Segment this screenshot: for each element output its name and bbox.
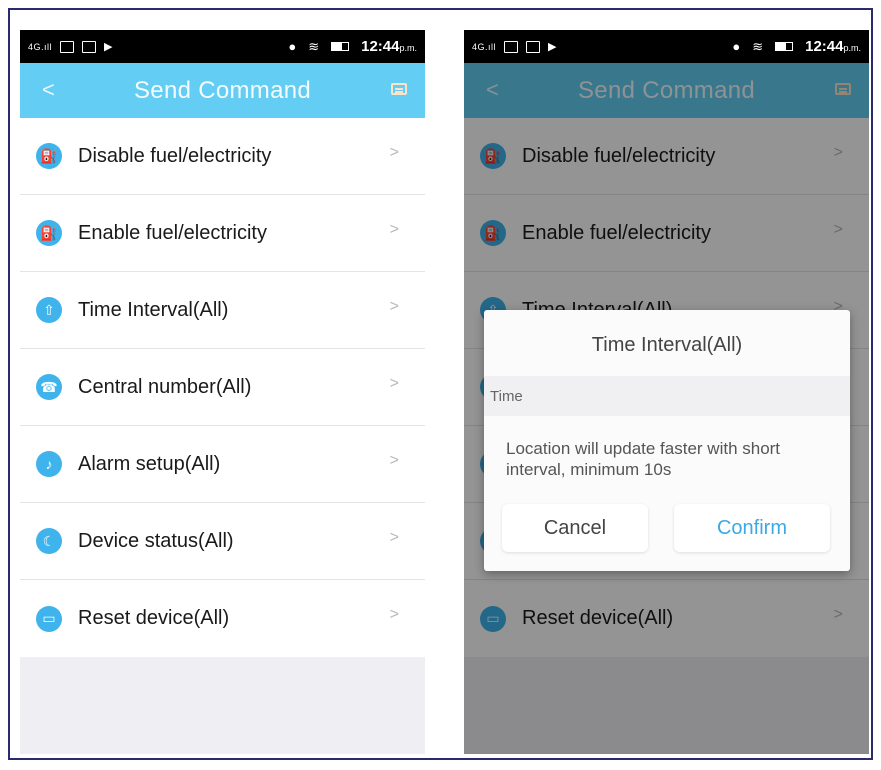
chevron-right-icon: > xyxy=(389,452,399,469)
chevron-right-icon: > xyxy=(389,529,399,546)
header-bar: < Send Command xyxy=(20,63,425,118)
command-list: ⛽ Disable fuel/electricity > ⛽ Enable fu… xyxy=(20,118,425,657)
cancel-button[interactable]: Cancel xyxy=(502,504,648,552)
page-title: Send Command xyxy=(133,76,312,104)
command-label: Time Interval(All) xyxy=(78,298,229,321)
moon-icon: ☾ xyxy=(36,528,62,554)
bell-icon: ♪ xyxy=(36,451,62,477)
fuel-disable-icon: ⛽ xyxy=(36,143,62,169)
mail-icon xyxy=(82,40,97,53)
chevron-left-icon[interactable]: < xyxy=(42,77,55,103)
mail-icon xyxy=(526,40,541,53)
phone-screen-dialog: 4G.ıll ▶ ● ≋ 12:44p.m. < Send Command ⛽ … xyxy=(464,30,869,754)
wifi-icon: ≋ xyxy=(752,38,764,54)
confirm-button[interactable]: Confirm xyxy=(674,504,830,552)
time-input[interactable] xyxy=(484,376,850,416)
command-label: Reset device(All) xyxy=(78,607,230,629)
location-icon: ● xyxy=(732,39,741,54)
status-time: 12:44p.m. xyxy=(805,38,861,55)
command-disable-fuel[interactable]: ⛽ Disable fuel/electricity > xyxy=(20,118,425,195)
command-label: Device status(All) xyxy=(78,529,234,552)
command-label: Disable fuel/electricity xyxy=(78,144,272,167)
command-time-interval[interactable]: ⇧ Time Interval(All) > xyxy=(20,272,425,349)
chat-icon[interactable] xyxy=(391,83,407,95)
play-icon: ▶ xyxy=(548,41,557,53)
status-bar: 4G.ıll ▶ ● ≋ 12:44p.m. xyxy=(464,30,869,63)
chevron-right-icon: > xyxy=(389,298,399,315)
play-icon: ▶ xyxy=(104,41,113,53)
command-central-number[interactable]: ☎ Central number(All) > xyxy=(20,349,425,426)
battery-icon xyxy=(775,42,794,51)
wifi-icon: ≋ xyxy=(308,38,320,54)
upload-icon: ⇧ xyxy=(36,297,62,323)
fuel-enable-icon: ⛽ xyxy=(36,220,62,246)
status-time: 12:44p.m. xyxy=(361,38,417,55)
command-enable-fuel[interactable]: ⛽ Enable fuel/electricity > xyxy=(20,195,425,272)
monitor-icon: ▭ xyxy=(36,605,62,632)
command-label: Central number(All) xyxy=(78,375,252,398)
signal-icon: 4G.ıll xyxy=(472,41,497,52)
chevron-right-icon: > xyxy=(389,221,399,238)
chevron-right-icon: > xyxy=(389,375,399,392)
battery-icon xyxy=(331,42,350,51)
time-interval-dialog: Time Interval(All) Location will update … xyxy=(484,310,850,571)
list-empty-area xyxy=(20,657,425,754)
image-icon xyxy=(504,40,519,53)
phone-screen-menu: 4G.ıll ▶ ● ≋ 12:44p.m. < Send Command ⛽ … xyxy=(20,30,425,754)
signal-icon: 4G.ıll xyxy=(28,41,53,52)
dialog-title: Time Interval(All) xyxy=(591,334,743,356)
image-icon xyxy=(60,40,75,53)
command-label: Alarm setup(All) xyxy=(78,452,221,475)
chevron-right-icon: > xyxy=(389,606,399,623)
status-bar: 4G.ıll ▶ ● ≋ 12:44p.m. xyxy=(20,30,425,63)
command-reset-device[interactable]: ▭ Reset device(All) > xyxy=(20,580,425,657)
chevron-right-icon: > xyxy=(389,144,399,161)
dialog-message: Location will update faster with short i… xyxy=(506,439,781,479)
command-device-status[interactable]: ☾ Device status(All) > xyxy=(20,503,425,580)
command-label: Enable fuel/electricity xyxy=(78,221,267,244)
location-icon: ● xyxy=(288,39,297,54)
command-alarm-setup[interactable]: ♪ Alarm setup(All) > xyxy=(20,426,425,503)
phone-icon: ☎ xyxy=(36,374,62,400)
